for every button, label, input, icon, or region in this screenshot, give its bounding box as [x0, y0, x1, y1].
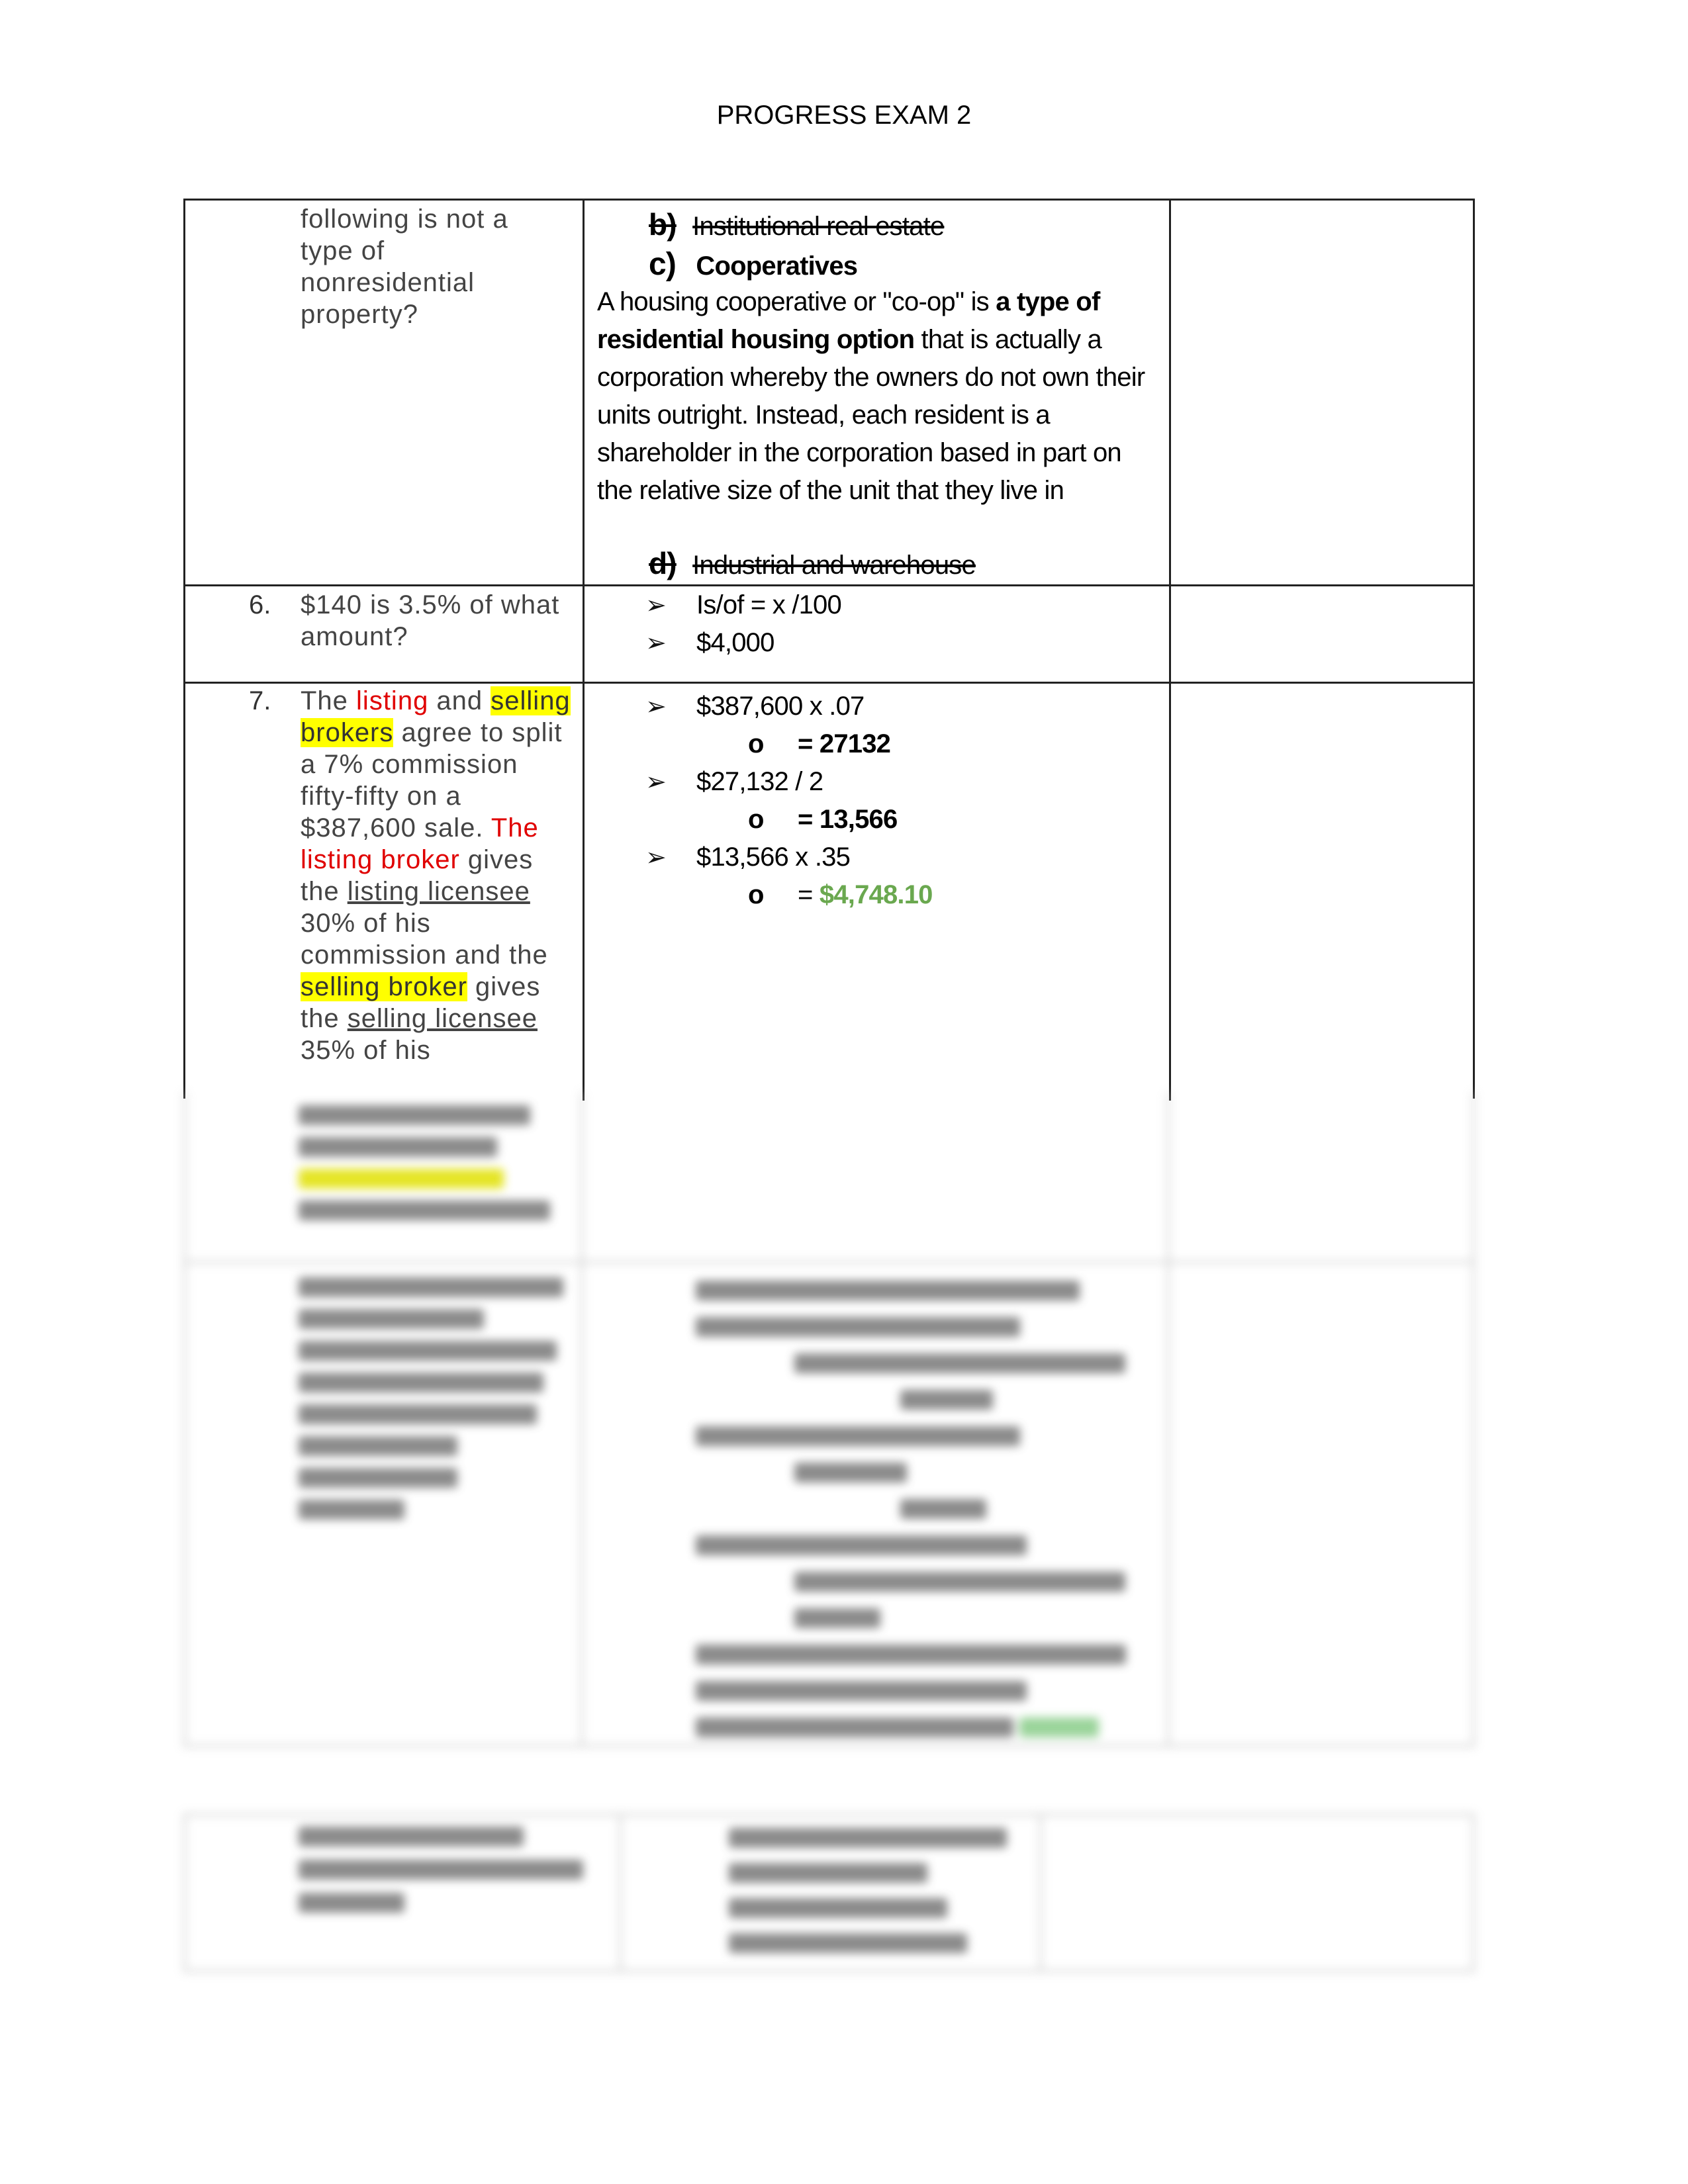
- blurred-text: [299, 1277, 563, 1297]
- option-text: Industrial and warehouse: [692, 551, 976, 580]
- step-text: Is/of = x /100: [696, 590, 842, 619]
- divider: [619, 1813, 622, 1972]
- blurred-text: [794, 1572, 1125, 1592]
- blurred-text: [299, 1137, 497, 1157]
- explanation: A housing cooperative or "co-op" is a ty…: [597, 283, 1160, 510]
- underlined-text: selling licensee: [347, 1004, 538, 1033]
- divider: [1039, 1813, 1042, 1972]
- option-text: Institutional real estate: [692, 212, 945, 241]
- blurred-text: [794, 1608, 880, 1628]
- answer-cell: b) Institutional real estate c) Cooperat…: [583, 201, 1171, 584]
- blurred-text: [794, 1353, 1125, 1373]
- blurred-text: [696, 1681, 1027, 1701]
- blurred-text: [696, 1645, 1126, 1664]
- table-row: 7. The listing and selling brokers agree…: [185, 684, 1473, 1101]
- blurred-text: [299, 1201, 550, 1220]
- text: and: [428, 686, 491, 715]
- divider: [581, 1092, 583, 1747]
- step-result: = 13,566: [798, 805, 898, 834]
- question-line: property?: [301, 300, 418, 329]
- page-title: PROGRESS EXAM 2: [716, 101, 972, 130]
- answer-cell: ➢ Is/of = x /100 ➢ $4,000: [583, 586, 1171, 682]
- question-text: $140 is 3.5% of what amount?: [301, 590, 560, 651]
- question-cell: following is not a type of nonresidentia…: [185, 201, 585, 584]
- question-line: nonresidential: [301, 268, 475, 297]
- blurred-text: [900, 1390, 993, 1410]
- table-row: following is not a type of nonresidentia…: [185, 201, 1473, 586]
- blurred-text: [299, 1860, 583, 1880]
- question-text: following is not a type of nonresidentia…: [301, 203, 579, 330]
- text: 30% of his commission and the: [301, 909, 548, 970]
- blurred-text: [900, 1499, 986, 1519]
- blurred-text: [299, 1373, 543, 1392]
- blurred-text: [729, 1933, 967, 1953]
- text: 35% of his: [301, 1036, 431, 1065]
- option-letter: b): [649, 207, 677, 242]
- blurred-text: [299, 1404, 537, 1424]
- blurred-text: [299, 1500, 404, 1520]
- divider: [183, 1261, 1475, 1263]
- question-cell: 7. The listing and selling brokers agree…: [185, 684, 585, 1101]
- blurred-text: [299, 1105, 530, 1125]
- question-cell: 6. $140 is 3.5% of what amount?: [185, 586, 585, 682]
- blurred-highlight: [299, 1169, 504, 1189]
- blurred-text: [299, 1468, 457, 1488]
- underlined-text: listing licensee: [347, 877, 530, 906]
- explanation-text: A housing cooperative or "co-op" is: [597, 287, 996, 316]
- option-letter: d): [649, 546, 677, 580]
- step-text: $4,000: [696, 628, 774, 657]
- blurred-text: [299, 1309, 484, 1329]
- answer-cell: ➢ $387,600 x .07 o = 27132 ➢ $27,132 / 2…: [583, 684, 1171, 1101]
- arrowhead-bullet-icon: ➢: [645, 592, 667, 619]
- text: The: [301, 686, 357, 715]
- arrowhead-bullet-icon: ➢: [645, 768, 667, 796]
- arrowhead-bullet-icon: ➢: [645, 693, 667, 721]
- step-text: $27,132 / 2: [696, 767, 823, 796]
- question-line: following is not a: [301, 205, 508, 234]
- blurred-preview-section: [0, 1092, 1688, 1992]
- blurred-text: [794, 1463, 907, 1482]
- option-letter: c): [649, 247, 677, 282]
- question-line: type of: [301, 236, 385, 265]
- arrowhead-bullet-icon: ➢: [645, 844, 667, 872]
- step-result: = 27132: [798, 729, 891, 758]
- equals: =: [798, 880, 820, 909]
- table-row: 6. $140 is 3.5% of what amount? ➢ Is/of …: [185, 586, 1473, 684]
- divider: [1167, 1092, 1170, 1747]
- question-number: 7.: [249, 686, 271, 715]
- blurred-text: [696, 1717, 1013, 1737]
- blurred-text: [696, 1426, 1020, 1446]
- step-text: $13,566 x .35: [696, 842, 851, 872]
- step-text: $387,600 x .07: [696, 692, 865, 721]
- question-text: The listing and selling brokers agree to…: [301, 685, 579, 1066]
- blurred-text: [299, 1893, 404, 1913]
- option-c: c) Cooperatives: [649, 246, 1211, 285]
- blurred-text: [696, 1535, 1027, 1555]
- blurred-text: [299, 1436, 457, 1456]
- exam-table: following is not a type of nonresidentia…: [183, 199, 1475, 1101]
- option-text: Cooperatives: [696, 251, 858, 281]
- final-answer: = $4,748.10: [798, 876, 1360, 914]
- blurred-text: [299, 1341, 557, 1361]
- blurred-text: [299, 1827, 524, 1846]
- blurred-text: [729, 1863, 927, 1883]
- highlighted-text: selling broker: [301, 972, 467, 1001]
- answer-value: $4,748.10: [819, 880, 933, 909]
- blurred-text: [729, 1828, 1007, 1848]
- question-number: 6.: [249, 590, 271, 619]
- option-d: d) Industrial and warehouse: [649, 545, 1211, 584]
- blurred-answer: [1019, 1717, 1099, 1737]
- red-text: listing: [356, 686, 429, 715]
- blurred-text: [729, 1898, 947, 1918]
- option-b: b) Institutional real estate: [649, 206, 1211, 246]
- blurred-text: [696, 1281, 1080, 1300]
- blurred-text: [696, 1317, 1020, 1337]
- arrowhead-bullet-icon: ➢: [645, 629, 667, 657]
